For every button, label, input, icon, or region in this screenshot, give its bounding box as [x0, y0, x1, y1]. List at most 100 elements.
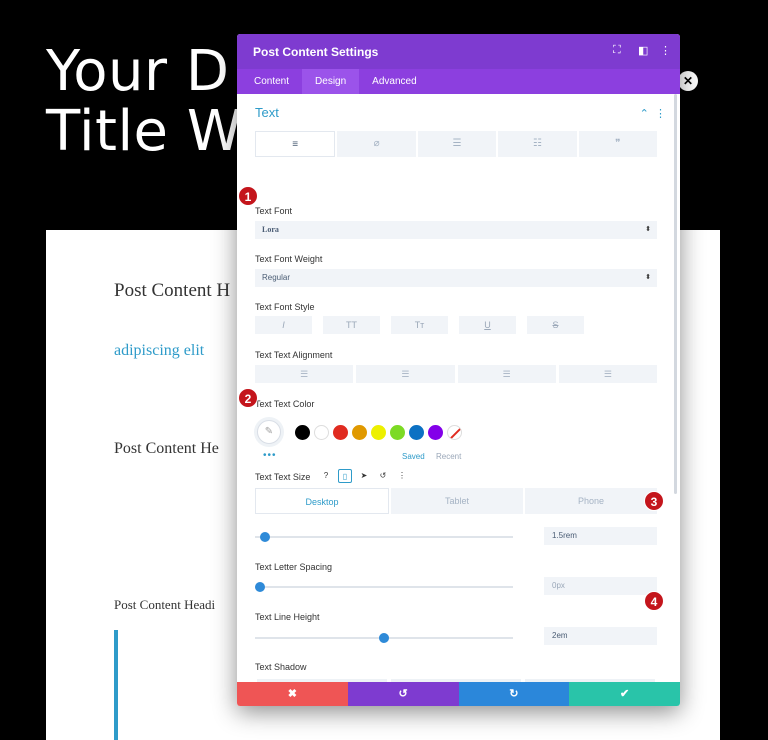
letter-spacing-label: Text Letter Spacing — [255, 562, 333, 572]
post-content-link[interactable]: adipiscing elit — [114, 342, 204, 360]
swatch-yellow[interactable] — [371, 424, 386, 440]
swatch-purple[interactable] — [428, 424, 443, 440]
capitalize-button[interactable]: Tт — [391, 316, 448, 334]
split-view-icon[interactable]: ◧ — [638, 44, 648, 57]
size-more-icon[interactable]: ⋮ — [395, 469, 409, 483]
line-height-input[interactable]: 2em — [544, 627, 657, 645]
tab-phone[interactable]: Phone — [525, 488, 657, 514]
swatch-black[interactable] — [295, 424, 310, 440]
text-alignment-label: Text Text Alignment — [255, 350, 333, 360]
section-more-icon[interactable]: ⋮ — [655, 108, 666, 120]
slider-handle[interactable] — [255, 582, 265, 592]
subtab-ordered-list[interactable]: ☷ — [498, 131, 577, 157]
fullscreen-icon[interactable]: ⛶ — [613, 44, 621, 57]
align-center-icon: ☰ — [401, 369, 410, 379]
close-icon: ✖ — [287, 688, 297, 700]
saved-colors-tab[interactable]: Saved — [402, 452, 425, 461]
more-colors-icon[interactable]: ••• — [263, 450, 277, 461]
eyedropper-icon: ✎ — [264, 426, 274, 437]
text-size-input[interactable]: 1.5rem — [544, 527, 657, 545]
chevron-up-icon[interactable]: ⌃ — [640, 108, 649, 120]
panel-body: Text ⌃ ⋮ ≡ ⌀ ☰ ☷ ❞ Text Font Lora ⬍ Text… — [237, 94, 680, 706]
annotation-marker-2: 2 — [238, 388, 258, 408]
panel-header: Post Content Settings ⛶ ◧ ⋮ — [237, 34, 680, 69]
reset-icon[interactable]: ↺ — [376, 469, 390, 483]
swatch-orange[interactable] — [352, 424, 367, 440]
tab-advanced[interactable]: Advanced — [359, 69, 429, 94]
tab-design[interactable]: Design — [302, 69, 360, 94]
ordered-list-icon: ☷ — [532, 138, 542, 149]
subtab-link[interactable]: ⌀ — [337, 131, 416, 157]
annotation-marker-1: 1 — [238, 186, 258, 206]
align-left-button[interactable]: ☰ — [255, 365, 354, 383]
annotation-marker-4: 4 — [644, 591, 664, 611]
device-tabs: Desktop Tablet Phone — [255, 488, 657, 514]
text-size-label: Text Text Size — [255, 472, 311, 482]
color-swatches: ✎ — [257, 420, 462, 444]
align-left-icon: ≡ — [292, 139, 299, 150]
post-content-heading-2: Post Content He — [114, 440, 219, 457]
alignment-buttons: ☰ ☰ ☰ ☰ — [255, 365, 657, 383]
panel-footer: ✖ ↺ ↻ ✔ — [237, 682, 680, 706]
more-options-icon[interactable]: ⋮ — [660, 44, 671, 57]
text-font-select[interactable]: Lora ⬍ — [255, 221, 657, 239]
post-content-heading-1: Post Content H — [114, 280, 231, 301]
tab-content[interactable]: Content — [241, 69, 302, 94]
undo-icon: ↺ — [398, 688, 408, 700]
save-button[interactable]: ✔ — [569, 682, 680, 706]
align-right-button[interactable]: ☰ — [457, 365, 556, 383]
recent-colors-tab[interactable]: Recent — [436, 452, 461, 461]
subtab-quote[interactable]: ❞ — [578, 131, 658, 157]
redo-button[interactable]: ↻ — [458, 682, 570, 706]
swatch-white[interactable] — [314, 424, 329, 440]
letter-spacing-input[interactable]: 0px — [544, 577, 657, 595]
settings-panel: Post Content Settings ⛶ ◧ ⋮ Content Desi… — [237, 34, 680, 706]
tab-desktop[interactable]: Desktop — [255, 488, 389, 514]
cancel-button[interactable]: ✖ — [237, 682, 348, 706]
hero-title-line-1: Your D — [46, 39, 230, 104]
swatch-green[interactable] — [390, 424, 405, 440]
italic-button[interactable]: I — [255, 316, 312, 334]
swatch-none[interactable] — [447, 424, 462, 440]
align-justify-button[interactable]: ☰ — [558, 365, 657, 383]
hover-cursor-icon[interactable]: ➤ — [357, 469, 371, 483]
slider-handle[interactable] — [260, 532, 270, 542]
hero-title-line-2: Title W — [46, 99, 243, 164]
underline-button[interactable]: U — [459, 316, 516, 334]
text-color-label: Text Text Color — [255, 399, 315, 409]
subtab-paragraph[interactable]: ≡ — [255, 131, 336, 157]
responsive-icon[interactable]: ▯ — [338, 469, 352, 483]
list-icon: ☰ — [452, 138, 462, 149]
panel-scrollbar[interactable] — [674, 94, 677, 494]
color-picker-button[interactable]: ✎ — [257, 420, 281, 444]
tab-tablet[interactable]: Tablet — [391, 488, 523, 514]
swatch-blue[interactable] — [409, 424, 424, 440]
select-arrows-icon: ⬍ — [645, 226, 651, 233]
letter-spacing-slider[interactable] — [255, 582, 513, 592]
text-subtabs: ≡ ⌀ ☰ ☷ ❞ — [255, 131, 658, 157]
subtab-unordered-list[interactable]: ☰ — [417, 131, 497, 157]
hero-title: Your D Title W — [46, 42, 243, 162]
section-controls[interactable]: ⌃ ⋮ — [640, 107, 666, 120]
link-icon: ⌀ — [373, 138, 380, 149]
line-height-slider[interactable] — [255, 633, 513, 643]
strikethrough-button[interactable]: S — [527, 316, 584, 334]
text-font-weight-value: Regular — [262, 273, 291, 282]
text-size-slider[interactable] — [255, 532, 513, 542]
uppercase-button[interactable]: TT — [323, 316, 380, 334]
text-font-weight-label: Text Font Weight — [255, 254, 323, 264]
close-icon[interactable]: ✕ — [678, 71, 698, 91]
swatch-red[interactable] — [333, 424, 348, 440]
panel-tabs: Content Design Advanced — [237, 69, 680, 94]
undo-button[interactable]: ↺ — [347, 682, 459, 706]
align-center-button[interactable]: ☰ — [356, 365, 455, 383]
text-font-label: Text Font — [255, 206, 293, 216]
slider-handle[interactable] — [379, 633, 389, 643]
help-icon[interactable]: ? — [319, 469, 333, 483]
text-font-value: Lora — [262, 225, 279, 234]
line-height-label: Text Line Height — [255, 612, 320, 622]
text-font-weight-select[interactable]: Regular ⬍ — [255, 269, 657, 287]
text-font-style-label: Text Font Style — [255, 302, 315, 312]
post-content-heading-3: Post Content Headi — [114, 597, 216, 612]
section-title-text[interactable]: Text — [255, 105, 279, 120]
